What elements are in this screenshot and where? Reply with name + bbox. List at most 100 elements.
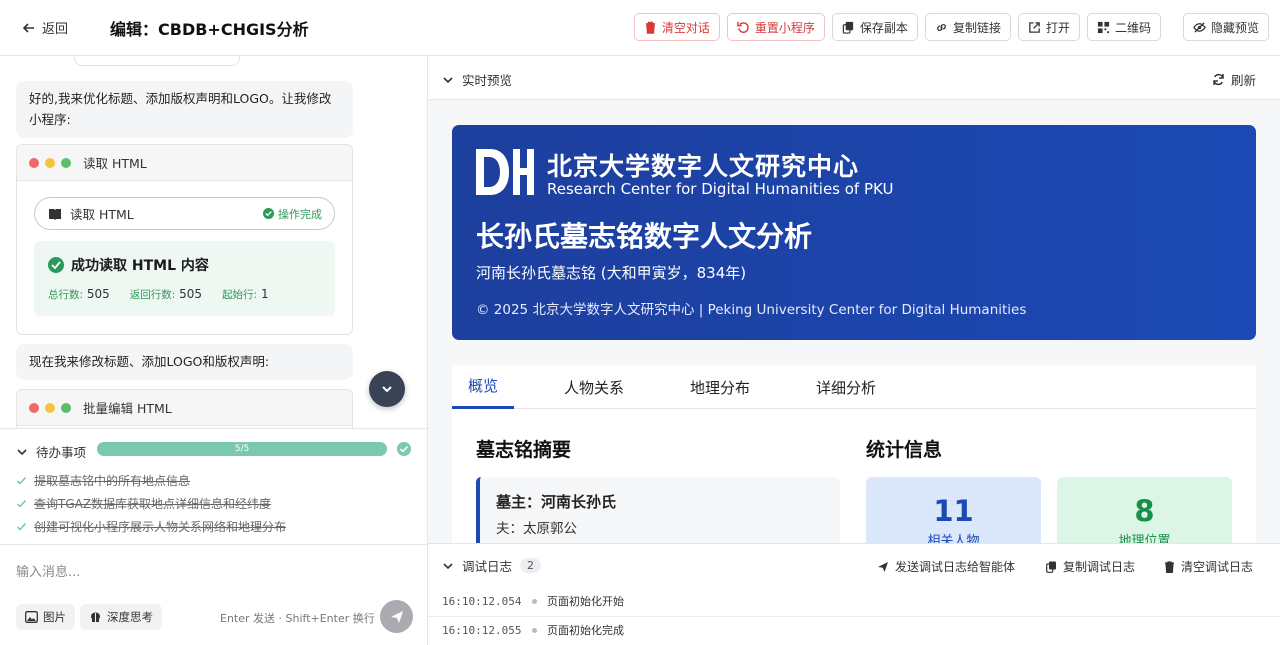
send-icon (390, 610, 403, 623)
todo-item: 查询TGAZ数据库获取地点详细信息和经纬度 (16, 492, 286, 515)
brain-icon (91, 612, 100, 622)
reset-app-button[interactable]: 重置小程序 (726, 13, 825, 41)
arrow-left-icon (22, 22, 34, 33)
clear-log-button[interactable]: 清空调试日志 (1164, 558, 1253, 575)
assistant-message: 好的,我来优化标题、添加版权声明和LOGO。让我修改小程序: (16, 81, 353, 138)
copy-link-button[interactable]: 复制链接 (924, 13, 1011, 41)
summary-heading: 墓志铭摘要 (476, 439, 572, 461)
result-stats: 总行数: 505 返回行数: 505 起始行: 1 (48, 287, 269, 301)
scroll-down-button[interactable] (369, 371, 405, 407)
card-title: 墓主：河南长孙氏 (496, 493, 617, 511)
page-title: 编辑：CBDB+CHGIS分析 (110, 20, 309, 39)
log-dot-icon (532, 598, 537, 604)
app-tabs: 概览 人物关系 地理分布 详细分析 (452, 365, 1256, 409)
org-name-en: Research Center for Digital Humanities o… (547, 180, 894, 198)
todo-progress-bar: 5/5 (97, 442, 387, 456)
dh-logo (476, 149, 534, 195)
chat-messages[interactable]: 好的,我来优化标题、添加版权声明和LOGO。让我修改小程序: 读取 HTML 读… (0, 56, 427, 428)
deep-think-button[interactable]: 深度思考 (80, 604, 162, 630)
app-banner: 北京大学数字人文研究中心 Research Center for Digital… (452, 125, 1256, 340)
chevron-down-icon (382, 386, 392, 393)
overview-content: 墓志铭摘要 墓主：河南长孙氏 夫：太原郭公 统计信息 11 相关人物 8 地理位… (452, 409, 1256, 557)
send-button[interactable] (380, 600, 413, 633)
message-composer: 输入消息... 图片 深度思考 Enter 发送 · Shift+Enter 换… (0, 544, 427, 645)
chat-panel: 好的,我来优化标题、添加版权声明和LOGO。让我修改小程序: 读取 HTML 读… (0, 56, 428, 645)
tab-relations[interactable]: 人物关系 (548, 365, 640, 409)
log-count-badge: 2 (520, 558, 542, 573)
green-dot-icon (61, 402, 71, 413)
red-dot-icon (29, 157, 39, 168)
check-circle-icon (397, 442, 411, 456)
tool-call-batch-edit: 批量编辑 HTML (16, 389, 353, 428)
tool-header[interactable]: 批量编辑 HTML (17, 390, 352, 426)
red-dot-icon (29, 402, 39, 413)
app-title: 长孙氏墓志铭数字人文分析 (476, 220, 813, 253)
debug-toggle[interactable]: 调试日志 2 (442, 556, 542, 575)
external-link-icon (1029, 21, 1040, 33)
tool-title: 批量编辑 HTML (83, 401, 172, 416)
chevron-down-icon (17, 448, 27, 455)
preview-panel: 实时预览 刷新 北京大学数字人文研究中心 Research Center for… (428, 56, 1280, 645)
app-subtitle: 河南长孙氏墓志铭 (大和甲寅岁，834年) (476, 264, 747, 282)
refresh-icon (1213, 73, 1224, 86)
check-icon (16, 522, 27, 531)
chevron-down-icon (443, 76, 453, 83)
open-button[interactable]: 打开 (1017, 13, 1080, 41)
yellow-dot-icon (45, 157, 55, 168)
todo-title: 待办事项 (36, 445, 87, 460)
log-entry: 16:10:12.054 页面初始化开始 (442, 594, 624, 609)
todo-item: 提取墓志铭中的所有地点信息 (16, 469, 286, 492)
image-button[interactable]: 图片 (16, 604, 75, 630)
back-button[interactable]: 返回 (22, 18, 68, 37)
copy-icon (1046, 561, 1056, 573)
assistant-message: 现在我来修改标题、添加LOGO和版权声明: (16, 344, 353, 380)
tab-overview[interactable]: 概览 (452, 365, 515, 409)
result-title: 成功读取 HTML 内容 (71, 258, 209, 274)
org-name-cn: 北京大学数字人文研究中心 (547, 152, 860, 181)
tool-call-read-html: 读取 HTML 读取 HTML 操作完成 成功读取 HTML 内容 总行数: 5… (16, 144, 353, 335)
message-input[interactable]: 输入消息... (16, 561, 80, 580)
todo-panel: 待办事项 5/5 提取墓志铭中的所有地点信息 查询TGAZ数据库获取地点详细信息… (0, 428, 427, 544)
send-icon (878, 561, 888, 572)
clear-chat-button[interactable]: 清空对话 (633, 13, 720, 41)
log-divider (428, 616, 1280, 617)
tool-pill[interactable]: 读取 HTML 操作完成 (34, 197, 335, 230)
top-bar: 返回 编辑：CBDB+CHGIS分析 清空对话 重置小程序 保存副本 复制链接 … (0, 0, 1280, 56)
yellow-dot-icon (45, 402, 55, 413)
refresh-button[interactable]: 刷新 (1212, 70, 1256, 89)
stats-heading: 统计信息 (866, 439, 943, 461)
check-circle-icon (48, 257, 64, 273)
eye-off-icon (1193, 21, 1206, 33)
tool-header[interactable]: 读取 HTML (17, 145, 352, 181)
preview-toggle[interactable]: 实时预览 (442, 70, 512, 89)
tool-result: 成功读取 HTML 内容 总行数: 505 返回行数: 505 起始行: 1 (34, 241, 335, 316)
qrcode-button[interactable]: 二维码 (1086, 13, 1161, 41)
copyright-notice: © 2025 北京大学数字人文研究中心 | Peking University … (476, 302, 1027, 318)
trash-icon (645, 21, 656, 34)
check-icon (16, 499, 27, 508)
send-log-button[interactable]: 发送调试日志给智能体 (877, 558, 1015, 575)
tab-geography[interactable]: 地理分布 (674, 365, 766, 409)
card-line: 夫：太原郭公 (496, 521, 577, 537)
log-entry: 16:10:12.055 页面初始化完成 (442, 623, 624, 638)
previous-message-stub (74, 56, 240, 66)
send-hint: Enter 发送 · Shift+Enter 换行 (220, 612, 375, 625)
status-badge: 操作完成 (263, 206, 322, 222)
tab-details[interactable]: 详细分析 (800, 365, 892, 409)
copy-icon (842, 21, 854, 34)
qrcode-icon (1097, 21, 1110, 33)
chevron-down-icon (443, 562, 453, 569)
undo-icon (737, 21, 749, 33)
book-icon (49, 208, 61, 220)
check-icon (16, 476, 27, 485)
trash-icon (1165, 560, 1174, 573)
copy-log-button[interactable]: 复制调试日志 (1046, 558, 1135, 575)
debug-log-panel: 调试日志 2 发送调试日志给智能体 复制调试日志 清空调试日志 16:10:12… (428, 543, 1280, 645)
hide-preview-button[interactable]: 隐藏预览 (1182, 13, 1269, 41)
check-circle-icon (263, 208, 274, 219)
back-label: 返回 (42, 22, 69, 37)
link-icon (937, 23, 946, 31)
tool-title: 读取 HTML (83, 156, 147, 171)
log-dot-icon (532, 627, 537, 633)
save-copy-button[interactable]: 保存副本 (831, 13, 918, 41)
